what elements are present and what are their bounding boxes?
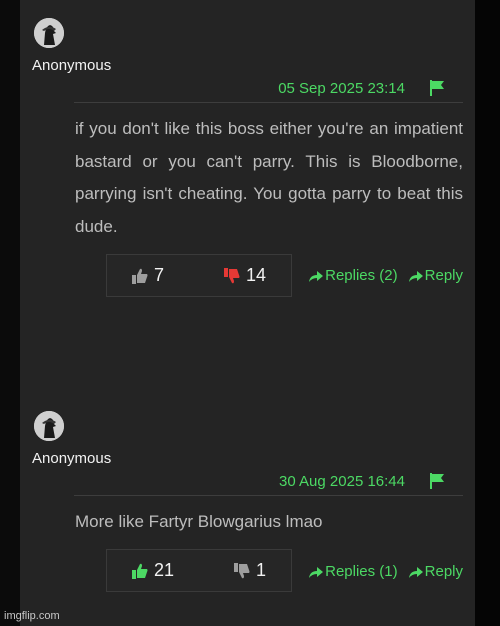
vote-box: 7 14 xyxy=(106,254,292,297)
reply-button[interactable]: Reply xyxy=(408,267,463,284)
comments-panel: Anonymous 05 Sep 2025 23:14 if you don't… xyxy=(20,0,475,626)
reply-label: Reply xyxy=(424,563,463,580)
comment-meta: 30 Aug 2025 16:44 xyxy=(74,471,463,496)
replies-label: Replies (2) xyxy=(325,267,398,284)
flag-icon[interactable] xyxy=(429,472,445,490)
upvote-button[interactable]: 21 xyxy=(131,550,174,591)
reply-arrow-icon xyxy=(309,270,324,282)
avatar-icon xyxy=(34,411,64,441)
reply-arrow-icon xyxy=(408,566,423,578)
downvote-count: 14 xyxy=(246,265,267,285)
reply-arrow-icon xyxy=(309,566,324,578)
reply-arrow-icon xyxy=(408,270,423,282)
page-edge xyxy=(475,0,500,626)
thumbs-up-icon xyxy=(132,268,148,284)
watermark: imgflip.com xyxy=(4,610,60,622)
avatar-icon xyxy=(34,18,64,48)
replies-button[interactable]: Replies (1) xyxy=(308,563,398,580)
thumbs-up-icon xyxy=(132,563,148,579)
avatar[interactable] xyxy=(34,18,64,48)
comment-actions: Replies (1) Reply xyxy=(298,563,463,580)
downvote-button[interactable]: 14 xyxy=(223,255,266,296)
thumbs-down-icon xyxy=(234,562,250,578)
comment-meta: 05 Sep 2025 23:14 xyxy=(74,78,463,103)
upvote-count: 21 xyxy=(154,560,175,580)
reply-button[interactable]: Reply xyxy=(408,563,463,580)
avatar[interactable] xyxy=(34,411,64,441)
author-name: Anonymous xyxy=(32,57,112,74)
downvote-button[interactable]: 1 xyxy=(233,550,266,591)
upvote-button[interactable]: 7 xyxy=(131,255,164,296)
timestamp: 05 Sep 2025 23:14 xyxy=(278,80,405,97)
timestamp: 30 Aug 2025 16:44 xyxy=(279,473,405,490)
downvote-count: 1 xyxy=(256,560,267,580)
comment-text: More like Fartyr Blowgarius lmao xyxy=(75,512,323,531)
comment-actions: Replies (2) Reply xyxy=(298,267,463,284)
upvote-count: 7 xyxy=(154,265,165,285)
thumbs-down-icon xyxy=(224,267,240,283)
flag-icon[interactable] xyxy=(429,79,445,97)
replies-label: Replies (1) xyxy=(325,563,398,580)
reply-label: Reply xyxy=(424,267,463,284)
author-name: Anonymous xyxy=(32,450,112,467)
vote-box: 21 1 xyxy=(106,549,292,592)
comment-text: if you don't like this boss either you'r… xyxy=(75,119,463,236)
replies-button[interactable]: Replies (2) xyxy=(308,267,398,284)
